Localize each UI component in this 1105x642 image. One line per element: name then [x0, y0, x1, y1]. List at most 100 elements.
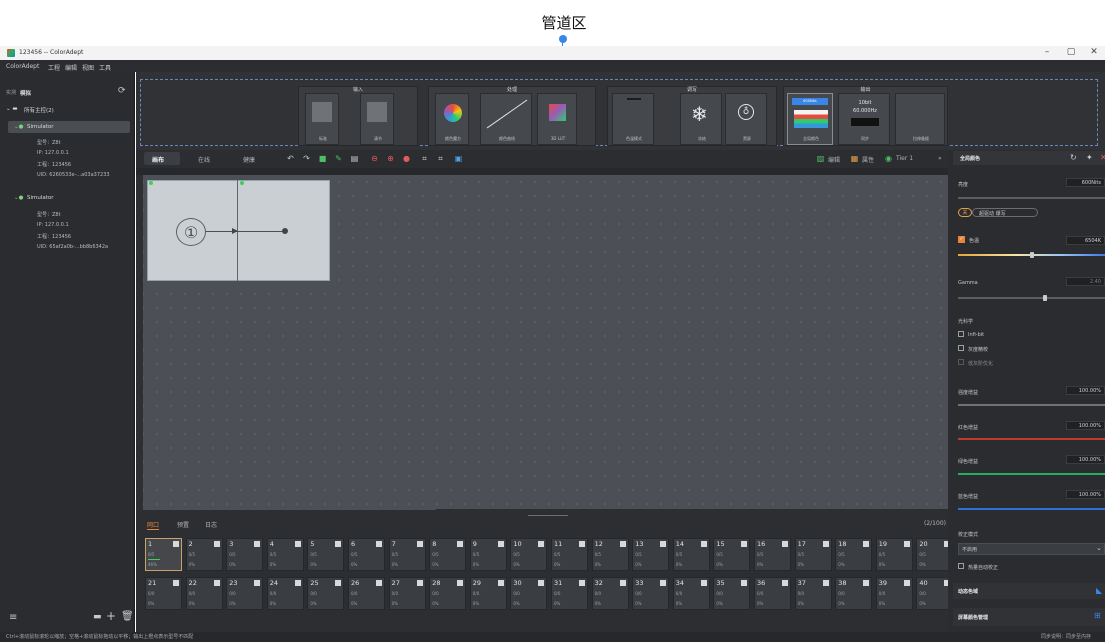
tier-icon[interactable]: ◉ [884, 154, 893, 163]
close-button[interactable]: ✕ [1084, 45, 1104, 59]
port-slot[interactable]: 16 0/5 0% [754, 538, 791, 571]
tree-root-label[interactable]: 所有主控(2) [24, 106, 54, 114]
port-slot[interactable]: 11 0/5 0% [551, 538, 588, 571]
gamma-input[interactable]: 2.40 [1066, 277, 1105, 286]
folder-icon[interactable]: ▬ [93, 612, 102, 622]
pipeline-card-3dlut[interactable]: 3D LUT [537, 93, 577, 145]
pin-icon[interactable]: ✦ [1086, 153, 1093, 162]
port-slot[interactable]: 8 0/5 0% [429, 538, 467, 571]
auto-calib-checkbox[interactable] [958, 563, 964, 569]
port-slot[interactable]: 6 0/5 0% [348, 538, 385, 571]
pipeline-card-sync[interactable]: 10bit 60.000Hz 同步 [838, 93, 890, 145]
pipeline-card-global-color[interactable]: 600Nits 全局颜色 [787, 93, 833, 145]
add-icon[interactable]: + [106, 609, 116, 623]
intensity-gain-slider[interactable] [958, 404, 1105, 406]
connection-endpoint[interactable] [282, 228, 288, 234]
grayscale-checkbox[interactable] [958, 345, 964, 351]
cct-checkbox[interactable]: ✓ [958, 236, 965, 243]
port-slot[interactable]: 1 0/5 46% [145, 538, 182, 571]
menu-view[interactable]: 视图 [82, 63, 94, 72]
output-port-number[interactable]: ① [176, 218, 206, 246]
pipeline-card-stretch-backup[interactable]: 拉伸备援 [895, 93, 945, 145]
edit-screen-icon[interactable]: ✎ [334, 154, 343, 163]
port-slot[interactable]: 19 0/5 0% [875, 538, 913, 571]
port-slot[interactable]: 26 0/0 0% [348, 577, 385, 610]
port-slot[interactable]: 7 0/5 0% [388, 538, 426, 571]
port-slot[interactable]: 31 0/0 0% [551, 577, 588, 610]
tab-online[interactable]: 在线 [198, 155, 210, 164]
tab-presets[interactable]: 预置 [177, 520, 189, 529]
tab-measured[interactable]: 实测 [6, 89, 16, 96]
tab-simulated[interactable]: 模拟 [20, 89, 31, 97]
port-slot[interactable]: 10 0/5 0% [510, 538, 548, 571]
brightness-input[interactable]: 600Nits [1066, 178, 1105, 187]
zoom-in-icon[interactable]: ⊕ [386, 154, 395, 163]
device-2-name[interactable]: Simulator [27, 195, 54, 201]
cct-input[interactable]: 6504K [1066, 236, 1105, 245]
port-slot[interactable]: 30 0/0 0% [510, 577, 548, 610]
port-slot[interactable]: 38 0/0 0% [835, 577, 873, 610]
blue-gain-slider[interactable] [958, 508, 1105, 510]
port-slot[interactable]: 18 0/5 0% [835, 538, 873, 571]
pipeline-card-adjust[interactable]: 清节 [360, 93, 394, 145]
blue-gain-input[interactable]: 100.00% [1066, 490, 1105, 499]
port-slot[interactable]: 14 0/5 0% [672, 538, 710, 571]
refresh-icon[interactable]: ⟳ [118, 86, 126, 96]
port-slot[interactable]: 23 0/0 0% [226, 577, 264, 610]
port-slot[interactable]: 25 0/0 0% [307, 577, 345, 610]
add-screen-icon[interactable]: ■ [318, 154, 327, 163]
cct-slider-knob[interactable] [1030, 252, 1034, 258]
grid-icon[interactable]: ⊞ [1094, 611, 1101, 620]
port-slot[interactable]: 28 0/0 0% [429, 577, 467, 610]
green-gain-slider[interactable] [958, 473, 1105, 475]
infibit-checkbox[interactable] [958, 331, 964, 337]
tab-ports[interactable]: 网口 [147, 520, 160, 530]
calib-mode-select[interactable] [958, 543, 1105, 555]
properties-icon[interactable]: ▦ [850, 154, 859, 163]
port-slot[interactable]: 9 0/5 0% [469, 538, 507, 571]
port-slot[interactable]: 4 0/5 0% [266, 538, 304, 571]
delete-icon[interactable]: 🗑 [121, 611, 134, 622]
port-slot[interactable]: 3 0/5 0% [226, 538, 264, 571]
red-gain-slider[interactable] [958, 438, 1105, 440]
port-slot[interactable]: 29 0/0 0% [469, 577, 507, 610]
edit-icon[interactable]: ▨ [816, 154, 825, 163]
port-slot[interactable]: 39 0/0 0% [875, 577, 913, 610]
port-slot[interactable]: 13 0/5 0% [632, 538, 670, 571]
intensity-gain-input[interactable]: 100.00% [1066, 386, 1105, 395]
image-icon[interactable]: ▣ [454, 154, 463, 163]
port-slot[interactable]: 12 0/5 0% [591, 538, 629, 571]
toolbar-properties-label[interactable]: 属性 [862, 155, 874, 164]
undo-icon[interactable]: ↶ [286, 154, 295, 163]
port-slot[interactable]: 35 0/0 0% [713, 577, 751, 610]
red-gain-input[interactable]: 100.00% [1066, 421, 1105, 430]
pipeline-card-color-cube[interactable]: 颜色魔方 [435, 93, 469, 145]
gamma-slider[interactable] [958, 297, 1105, 299]
tab-health[interactable]: 健康 [243, 155, 255, 164]
port-slot[interactable]: 32 0/0 0% [591, 577, 629, 610]
gamma-slider-knob[interactable] [1043, 295, 1047, 301]
splitter-handle[interactable] [528, 515, 568, 516]
tab-canvas[interactable]: 画布 [152, 155, 164, 164]
pipeline-card-standard[interactable]: 标准 [305, 93, 339, 145]
menu-icon[interactable]: ≡ [9, 612, 17, 623]
green-gain-input[interactable]: 100.00% [1066, 455, 1105, 464]
redo-icon[interactable]: ↷ [302, 154, 311, 163]
menu-project[interactable]: 工程 [48, 63, 60, 72]
port-slot[interactable]: 17 0/5 0% [794, 538, 832, 571]
menu-coloradept[interactable]: ColorAdept [6, 63, 39, 70]
port-slot[interactable]: 34 0/0 0% [672, 577, 710, 610]
fit-width-icon[interactable]: ⌗ [420, 154, 429, 163]
tab-log[interactable]: 日志 [205, 520, 217, 529]
pipeline-card-freeze[interactable]: ❄ 冻结 [680, 93, 722, 145]
minimize-button[interactable]: – [1037, 45, 1057, 59]
overdrive-toggle[interactable]: 关 [958, 208, 972, 217]
pipeline-card-blackout[interactable]: ♁ 黑屏 [725, 93, 767, 145]
tree-root-toggle[interactable]: ⌄ ▬ [6, 106, 18, 112]
maximize-button[interactable]: ▢ [1061, 45, 1081, 59]
port-slot[interactable]: 24 0/0 0% [266, 577, 304, 610]
toolbar-tier-label[interactable]: Tier 1 [896, 155, 913, 162]
reset-icon[interactable]: ↻ [1070, 153, 1077, 162]
port-slot[interactable]: 2 0/5 0% [185, 538, 223, 571]
pipeline-card-color-curve[interactable]: 颜色曲线 [480, 93, 532, 145]
